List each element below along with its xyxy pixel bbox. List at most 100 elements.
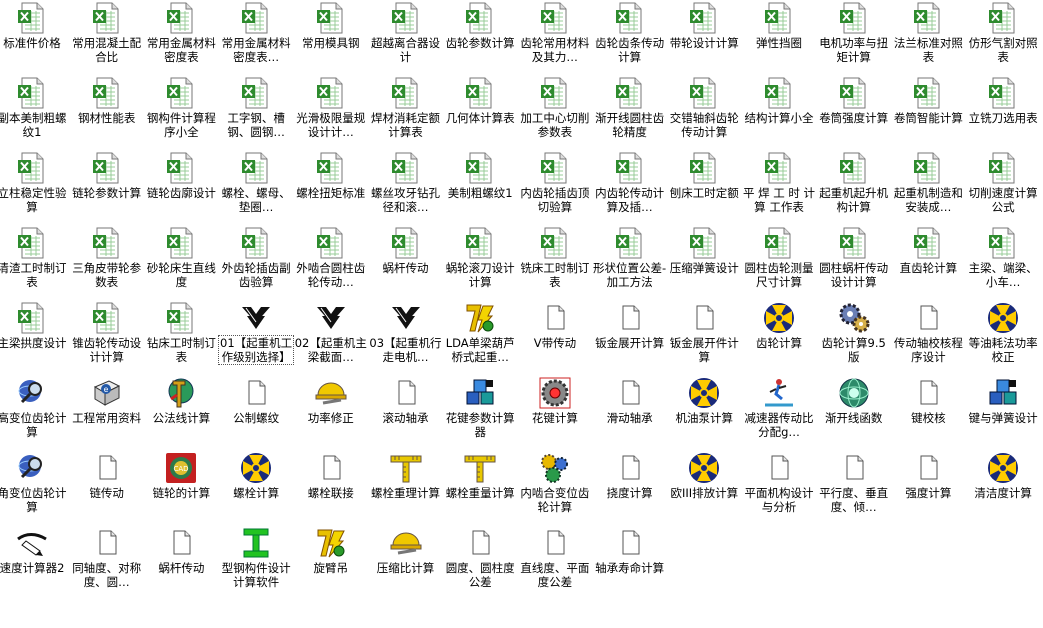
desktop-shortcut[interactable]: 外齿轮插齿副齿验算 [219, 225, 293, 300]
desktop-shortcut[interactable]: 圆柱蜗杆传动设计计算 [817, 225, 891, 300]
desktop-shortcut[interactable]: 副本美制粗螺纹1 [0, 75, 69, 150]
desktop-shortcut[interactable]: 型钢构件设计计算软件 [219, 525, 293, 600]
desktop-shortcut[interactable]: 压缩比计算 [369, 525, 443, 600]
desktop-shortcut[interactable]: 公制螺纹 [219, 375, 293, 450]
desktop-shortcut[interactable]: 链传动 [70, 450, 144, 525]
desktop-shortcut[interactable]: 强度计算 [891, 450, 965, 525]
desktop-shortcut[interactable]: 螺栓联接 [294, 450, 368, 525]
desktop-shortcut[interactable]: 带轮设计计算 [667, 0, 741, 75]
desktop-shortcut[interactable]: 链轮齿廓设计 [144, 150, 218, 225]
desktop-shortcut[interactable]: 卷筒强度计算 [817, 75, 891, 150]
desktop-shortcut[interactable]: 02【起重机主梁截面… [294, 300, 368, 375]
desktop-shortcut[interactable]: 螺丝攻牙钻孔径和滚… [369, 150, 443, 225]
desktop-shortcut[interactable]: 键校核 [891, 375, 965, 450]
desktop-shortcut[interactable]: 平行度、垂直度、倾… [817, 450, 891, 525]
desktop-shortcut[interactable]: V带传动 [518, 300, 592, 375]
desktop-shortcut[interactable]: 钻床工时制订表 [144, 300, 218, 375]
desktop-shortcut[interactable]: 轴承寿命计算 [593, 525, 667, 600]
desktop-shortcut[interactable]: 齿轮计算 [742, 300, 816, 375]
desktop-shortcut[interactable]: 直齿轮计算 [891, 225, 965, 300]
desktop-shortcut[interactable]: 立铣刀选用表 [966, 75, 1040, 150]
desktop-shortcut[interactable]: 刨床工时定额 [667, 150, 741, 225]
desktop-shortcut[interactable]: 铣床工时制订表 [518, 225, 592, 300]
desktop-shortcut[interactable]: 切削速度计算公式 [966, 150, 1040, 225]
desktop-shortcut[interactable]: 立柱稳定性验算 [0, 150, 69, 225]
desktop-shortcut[interactable]: 机油泵计算 [667, 375, 741, 450]
desktop-shortcut[interactable]: 常用模具钢 [294, 0, 368, 75]
desktop-shortcut[interactable]: 蜗轮滚刀设计计算 [443, 225, 517, 300]
desktop-shortcut[interactable]: 起重机制造和安装成… [891, 150, 965, 225]
desktop-shortcut[interactable]: 三角皮带轮参数表 [70, 225, 144, 300]
desktop-shortcut[interactable]: 减速器传动比分配g… [742, 375, 816, 450]
desktop-shortcut[interactable]: 焊材消耗定额计算表 [369, 75, 443, 150]
desktop-shortcut[interactable]: 结构计算小全 [742, 75, 816, 150]
desktop-shortcut[interactable]: 蜗杆传动 [369, 225, 443, 300]
desktop-shortcut[interactable]: 03【起重机行走电机… [369, 300, 443, 375]
desktop-shortcut[interactable]: 齿轮计算9.5版 [817, 300, 891, 375]
desktop-shortcut[interactable]: 常用金属材料密度表 [144, 0, 218, 75]
desktop-shortcut[interactable]: 齿轮常用材料及其力… [518, 0, 592, 75]
desktop-shortcut[interactable]: 等油耗法功率校正 [966, 300, 1040, 375]
desktop-shortcut[interactable]: 清洁度计算 [966, 450, 1040, 525]
desktop-shortcut[interactable]: 直线度、平面度公差 [518, 525, 592, 600]
desktop-shortcut[interactable]: 钣金展开计算 [593, 300, 667, 375]
desktop-shortcut[interactable]: 内齿轮传动计算及插… [593, 150, 667, 225]
desktop-shortcut[interactable]: 形状位置公差-加工方法 [593, 225, 667, 300]
desktop-shortcut[interactable]: 旋臂吊 [294, 525, 368, 600]
desktop-shortcut[interactable]: 工字钢、槽钢、圆钢… [219, 75, 293, 150]
desktop-shortcut[interactable]: 滑动轴承 [593, 375, 667, 450]
desktop-shortcut[interactable]: 功率修正 [294, 375, 368, 450]
desktop-shortcut[interactable]: 美制粗螺纹1 [443, 150, 517, 225]
desktop-shortcut[interactable]: 弹性挡圈 [742, 0, 816, 75]
desktop-shortcut[interactable]: 钢材性能表 [70, 75, 144, 150]
desktop-shortcut[interactable]: 超越离合器设计 [369, 0, 443, 75]
desktop-shortcut[interactable]: 锥齿轮传动设计计算 [70, 300, 144, 375]
desktop-shortcut[interactable]: 传动轴校核程序设计 [891, 300, 965, 375]
desktop-shortcut[interactable]: e 工程常用资料 [70, 375, 144, 450]
desktop-shortcut[interactable]: 交错轴斜齿轮传动计算 [667, 75, 741, 150]
desktop-shortcut[interactable]: 齿轮参数计算 [443, 0, 517, 75]
desktop-shortcut[interactable]: 外啮合圆柱齿轮传动… [294, 225, 368, 300]
desktop-shortcut[interactable]: 圆度、圆柱度公差 [443, 525, 517, 600]
desktop-shortcut[interactable]: 同轴度、对称度、圆… [70, 525, 144, 600]
desktop-shortcut[interactable]: 花键参数计算器 [443, 375, 517, 450]
desktop-shortcut[interactable]: 仿形气割对照表 [966, 0, 1040, 75]
desktop-shortcut[interactable]: 螺栓计算 [219, 450, 293, 525]
desktop-shortcut[interactable]: 几何体计算表 [443, 75, 517, 150]
desktop-shortcut[interactable]: 内啮合变位齿轮计算 [518, 450, 592, 525]
desktop-shortcut[interactable]: 主梁拱度设计 [0, 300, 69, 375]
desktop-shortcut[interactable]: 螺栓重理计算 [369, 450, 443, 525]
desktop-shortcut[interactable]: 卷筒智能计算 [891, 75, 965, 150]
desktop-shortcut[interactable]: 挠度计算 [593, 450, 667, 525]
desktop-shortcut[interactable]: 速度计算器2 [0, 525, 69, 600]
desktop-shortcut[interactable]: 公法线计算 [144, 375, 218, 450]
desktop-shortcut[interactable]: 光滑极限量规设计计… [294, 75, 368, 150]
desktop-shortcut[interactable]: CAD 链轮的计算 [144, 450, 218, 525]
desktop-shortcut[interactable]: 法兰标准对照表 [891, 0, 965, 75]
desktop-shortcut[interactable]: 螺栓重量计算 [443, 450, 517, 525]
desktop-shortcut[interactable]: 起重机起升机构计算 [817, 150, 891, 225]
desktop-shortcut[interactable]: 主梁、端梁、小车… [966, 225, 1040, 300]
desktop-shortcut[interactable]: 电机功率与扭矩计算 [817, 0, 891, 75]
desktop-shortcut[interactable]: 压缩弹簧设计 [667, 225, 741, 300]
desktop-shortcut[interactable]: 钣金展开件计算 [667, 300, 741, 375]
desktop-shortcut[interactable]: 花键计算 [518, 375, 592, 450]
desktop-shortcut[interactable]: 平面机构设计与分析 [742, 450, 816, 525]
desktop-shortcut[interactable]: 螺栓扭矩标准 [294, 150, 368, 225]
desktop-shortcut[interactable]: 渐开线圆柱齿轮精度 [593, 75, 667, 150]
desktop-shortcut[interactable]: 齿轮齿条传动计算 [593, 0, 667, 75]
desktop-shortcut[interactable]: 蜗杆传动 [144, 525, 218, 600]
desktop-shortcut[interactable]: 键与弹簧设计 [966, 375, 1040, 450]
desktop-shortcut[interactable]: LDA单梁葫芦桥式起重… [443, 300, 517, 375]
desktop-shortcut[interactable]: 内齿轮插齿顶切验算 [518, 150, 592, 225]
desktop-shortcut[interactable]: 高变位齿轮计算 [0, 375, 69, 450]
desktop-shortcut[interactable]: 平 焊 工 时 计 算 工作表 [742, 150, 816, 225]
desktop-shortcut[interactable]: 常用金属材料密度表… [219, 0, 293, 75]
desktop-shortcut[interactable]: 渐开线函数 [817, 375, 891, 450]
desktop-shortcut[interactable]: 常用混凝土配合比 [70, 0, 144, 75]
desktop-shortcut[interactable]: 圆柱齿轮测量尺寸计算 [742, 225, 816, 300]
desktop-shortcut[interactable]: 钢构件计算程序小全 [144, 75, 218, 150]
desktop-shortcut[interactable]: 标准件价格 [0, 0, 69, 75]
desktop-shortcut[interactable]: 螺栓、螺母、垫圈… [219, 150, 293, 225]
desktop-shortcut[interactable]: 砂轮床生直线度 [144, 225, 218, 300]
